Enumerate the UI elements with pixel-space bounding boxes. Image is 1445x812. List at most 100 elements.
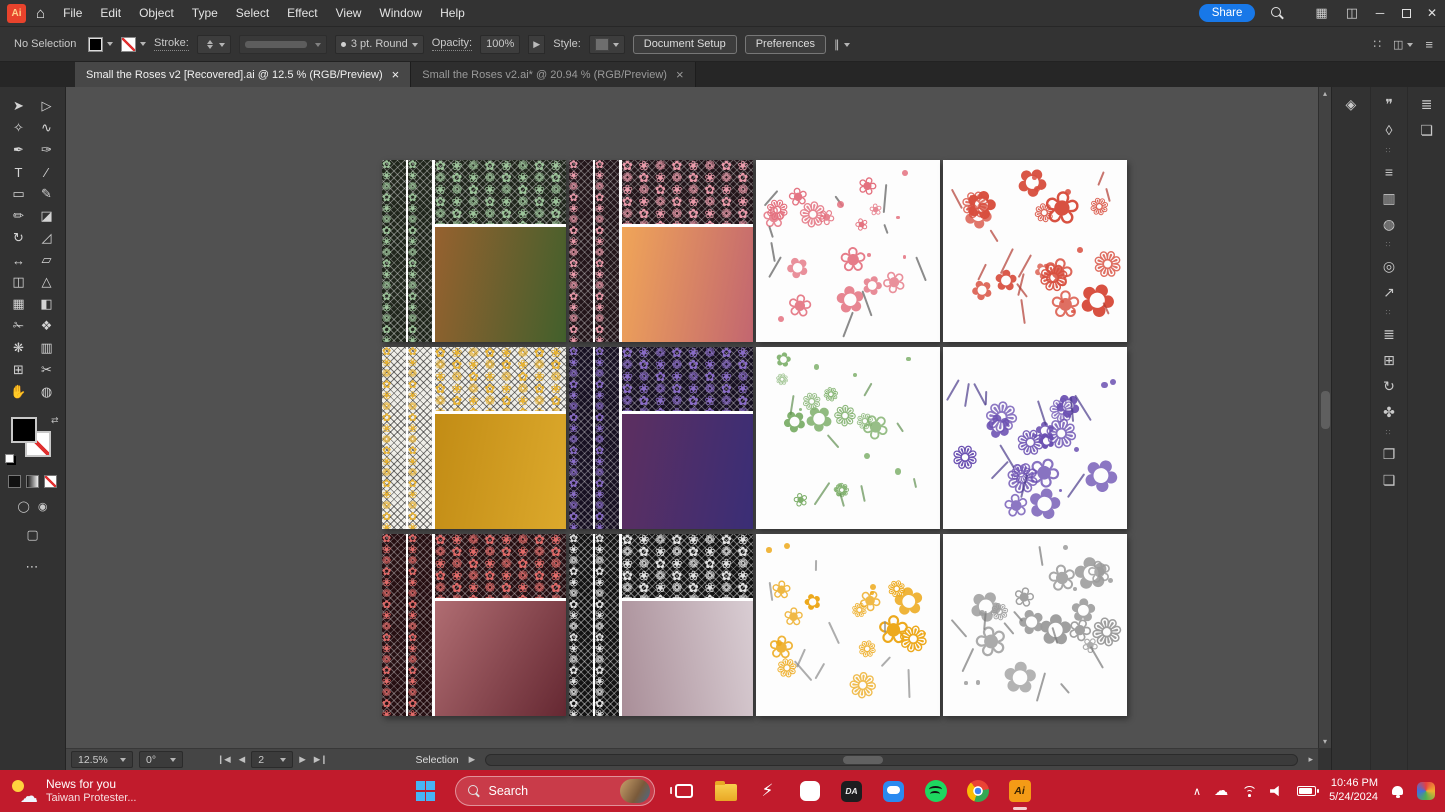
tool-width[interactable]: ↔ (5, 249, 33, 271)
fill-swatch[interactable] (11, 417, 37, 443)
export-panel-icon[interactable]: ↗ (1376, 280, 1402, 304)
close-button[interactable]: ✕ (1419, 0, 1445, 26)
panel-menu-icon[interactable]: ≡ (1425, 37, 1433, 52)
artboard-floral-yellow-watercolor[interactable]: ❁❁❀❁❁❀❀✿❁❀❀❁✿ (756, 534, 940, 716)
hidden-icons-chevron[interactable]: ∧ (1193, 785, 1201, 798)
artboard-floral-gray-watercolor[interactable]: ❁❀❀✿❀✿✿✿✿❀❁✿❀❀ (943, 534, 1127, 716)
status-menu-icon[interactable]: ▶ (469, 754, 476, 765)
horizontal-scrollbar[interactable] (485, 754, 1298, 766)
taskbar-app-chrome[interactable] (965, 777, 991, 805)
screen-mode-icon[interactable]: ▢ (26, 527, 38, 543)
tool-rotate[interactable]: ↻ (5, 227, 33, 249)
menu-select[interactable]: Select (227, 0, 278, 27)
menu-type[interactable]: Type (183, 0, 227, 27)
artboard-floral-red-watercolor[interactable]: ❀✿✿✿❁❁❀✿❁❁❁✿✿❀✿ (943, 160, 1127, 342)
fill-color-dropdown[interactable] (88, 37, 113, 52)
properties-panel-icon[interactable]: ≣ (1414, 92, 1440, 116)
gradient-button[interactable] (26, 475, 39, 488)
tool-free-transform[interactable]: ▱ (33, 249, 61, 271)
menu-effect[interactable]: Effect (278, 0, 326, 27)
cloud-icon[interactable]: ☁ (1214, 783, 1228, 799)
home-icon[interactable]: ⌂ (36, 5, 45, 22)
artboard-pattern-yellow-rose-tile[interactable]: ✿ ❀ ❁ ✿ ❀ ❁ ✿ ❀ ❁ ✿ ❀ ❁ ✿ ❀ ❁ ✿ ❀ ❁ ✿ ❀ … (382, 347, 566, 529)
menu-edit[interactable]: Edit (91, 0, 130, 27)
next-artboard-icon[interactable]: ▶ (299, 754, 306, 765)
stroke-weight-stepper[interactable] (197, 35, 231, 54)
wifi-icon[interactable] (1241, 785, 1257, 797)
opacity-label[interactable]: Opacity: (432, 37, 472, 51)
canvas[interactable]: ✿ ❀ ❁ ✿ ❀ ❁ ✿ ❀ ❁ ✿ ❀ ❁ ✿ ❀ ❁ ✿ ❀ ❁ ✿ ❀ … (66, 87, 1318, 748)
tool-slice[interactable]: ✂ (33, 359, 61, 381)
preferences-button[interactable]: Preferences (745, 35, 826, 54)
stroke-weight-label[interactable]: Stroke: (154, 37, 189, 51)
tool-hand[interactable]: ✋ (5, 381, 33, 403)
artboard-floral-pink-watercolor[interactable]: ❁❀❀❀✿❀❀❀❁❀✿❀❀✿ (756, 160, 940, 342)
character-panel-icon[interactable]: ≡ (1376, 160, 1402, 184)
news-widget[interactable]: News for you Taiwan Protester... (0, 777, 230, 805)
artboard-floral-purple-watercolor[interactable]: ❁✿❁❀❁❁✿❁✿✿❁✿✿❀❁ (943, 347, 1127, 529)
last-artboard-icon[interactable]: ▶❙ (314, 754, 328, 765)
search-icon[interactable] (1271, 7, 1284, 20)
default-fill-stroke-icon[interactable] (5, 454, 14, 463)
artboard-pattern-purple-rose-tile[interactable]: ✿ ❀ ❁ ✿ ❀ ❁ ✿ ❀ ❁ ✿ ❀ ❁ ✿ ❀ ❁ ✿ ❀ ❁ ✿ ❀ … (569, 347, 753, 529)
tool-shape-builder[interactable]: ◫ (5, 271, 33, 293)
tab-close-icon[interactable]: × (676, 68, 684, 81)
workspace-switcher[interactable]: ◫ (1393, 38, 1413, 51)
taskbar-app-pet-app[interactable] (797, 777, 823, 805)
artboard-pattern-pink-rose-tile[interactable]: ✿ ❀ ❁ ✿ ❀ ❁ ✿ ❀ ❁ ✿ ❀ ❁ ✿ ❀ ❁ ✿ ❀ ❁ ✿ ❀ … (569, 160, 753, 342)
tab-close-icon[interactable]: × (392, 68, 400, 81)
horizontal-scroll-thumb[interactable] (843, 756, 883, 764)
tool-lasso[interactable]: ∿ (33, 117, 61, 139)
menu-object[interactable]: Object (130, 0, 183, 27)
fill-stroke-control[interactable]: ⇄ (11, 417, 55, 461)
align-dropdown[interactable]: ∥ (834, 38, 850, 51)
stroke-color-dropdown[interactable] (121, 37, 146, 52)
paragraph-panel-icon[interactable]: ▥ (1376, 186, 1402, 210)
document-tab[interactable]: Small the Roses v2.ai* @ 20.94 % (RGB/Pr… (411, 62, 695, 87)
vertical-scroll-thumb[interactable] (1321, 391, 1330, 429)
menu-file[interactable]: File (54, 0, 91, 27)
tool-eraser[interactable]: ◪ (33, 205, 61, 227)
tool-artboard[interactable]: ⊞ (5, 359, 33, 381)
transform-panel-icon[interactable]: ◎ (1376, 254, 1402, 278)
taskbar-app-messaging[interactable] (881, 777, 907, 805)
layers-panel-icon[interactable]: ≣ (1376, 322, 1402, 346)
taskbar-app-illustrator[interactable]: Ai (1007, 777, 1033, 805)
rotate-view-panel-icon[interactable]: ↻ (1376, 374, 1402, 398)
menu-view[interactable]: View (327, 0, 371, 27)
brush-definition-dropdown[interactable]: 3 pt. Round (335, 35, 424, 54)
taskbar-app-task-view[interactable] (671, 777, 697, 805)
symbols-panel-icon[interactable]: ❏ (1376, 468, 1402, 492)
tool-type[interactable]: T (5, 161, 33, 183)
artboard-pattern-gray-rose-tile[interactable]: ✿ ❀ ❁ ✿ ❀ ❁ ✿ ❀ ❁ ✿ ❀ ❁ ✿ ❀ ❁ ✿ ❀ ❁ ✿ ❀ … (569, 534, 753, 716)
tool-magic-wand[interactable]: ✧ (5, 117, 33, 139)
tool-zoom[interactable]: ◍ (33, 381, 61, 403)
taskbar-app-zap[interactable]: ⚡ (755, 777, 781, 805)
scroll-up-icon[interactable]: ▴ (1323, 89, 1327, 98)
tray-clock[interactable]: 10:46 PM 5/24/2024 (1329, 777, 1378, 805)
tool-perspective-grid[interactable]: △ (33, 271, 61, 293)
stepper-icon[interactable] (207, 37, 213, 52)
tool-scale[interactable]: ◿ (33, 227, 61, 249)
opacity-input[interactable]: 100% (480, 35, 520, 54)
graphic-style-dropdown[interactable] (589, 35, 625, 54)
zoom-select[interactable]: 12.5% (71, 751, 133, 768)
document-setup-button[interactable]: Document Setup (633, 35, 737, 54)
scroll-right-icon[interactable]: ▸ (1308, 754, 1313, 765)
maximize-button[interactable] (1393, 0, 1419, 26)
notifications-bell-icon[interactable] (1391, 785, 1404, 798)
pattern-options-panel-icon[interactable]: ✤ (1376, 400, 1402, 424)
draw-normal-icon[interactable]: ◯ (18, 500, 30, 513)
scroll-down-icon[interactable]: ▾ (1323, 737, 1327, 746)
opacity-more-button[interactable]: ▶ (528, 35, 545, 54)
tool-gradient[interactable]: ◧ (33, 293, 61, 315)
tool-rectangle[interactable]: ▭ (5, 183, 33, 205)
edit-toolbar-icon[interactable]: ⋯ (26, 559, 40, 575)
taskbar-app-file-explorer[interactable] (713, 777, 739, 805)
tool-selection[interactable]: ➤ (5, 95, 33, 117)
variable-width-profile-dropdown[interactable] (239, 35, 327, 54)
search-highlight-image[interactable] (620, 779, 650, 803)
tool-paintbrush[interactable]: ✎ (33, 183, 61, 205)
document-tab[interactable]: Small the Roses v2 [Recovered].ai @ 12.5… (75, 62, 411, 87)
comments-panel-icon[interactable]: ❞ (1376, 92, 1402, 116)
